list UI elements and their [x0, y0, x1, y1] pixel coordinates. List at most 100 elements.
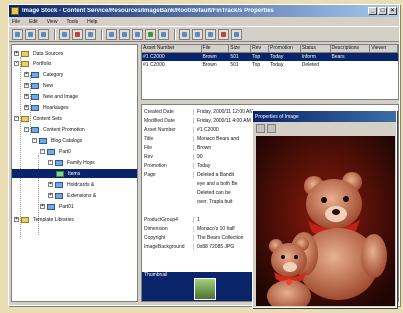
delete-button[interactable]: [72, 28, 83, 40]
forward-button[interactable]: [25, 28, 36, 40]
property-value: Today: [197, 162, 211, 169]
table-row[interactable]: #1 C2000 Brown 501 Top Today Deleted: [142, 61, 398, 69]
folder-tree[interactable]: + Data Sources - Portfolio + Category + New …: [11, 44, 138, 302]
tree-item-category[interactable]: + Category: [24, 70, 65, 79]
thumbnail-row[interactable]: Thumbnail: [142, 272, 262, 301]
toolbar-separator: [101, 28, 103, 40]
tree-item-data-sources[interactable]: + Data Sources: [14, 49, 65, 58]
paste-button[interactable]: [132, 28, 143, 40]
property-value: The Bears Collection: [197, 234, 244, 241]
column-header[interactable]: Descriptions: [331, 45, 371, 52]
thumbnail-image[interactable]: [194, 278, 216, 300]
title-bar[interactable]: Image Stock - Content Service/Resources/…: [9, 5, 399, 17]
column-header[interactable]: File: [202, 45, 230, 52]
asset-grid[interactable]: Asset Number File Size Rev Promotion Sta…: [141, 44, 399, 100]
back-button[interactable]: [12, 28, 23, 40]
property-value: #1 C2000: [197, 126, 219, 133]
new-button[interactable]: [59, 28, 70, 40]
view-details-button[interactable]: [192, 28, 203, 40]
tree-item-new[interactable]: + New: [24, 81, 55, 90]
collapse-icon[interactable]: -: [14, 116, 19, 121]
expand-icon[interactable]: +: [24, 94, 29, 99]
expand-icon[interactable]: +: [14, 51, 19, 56]
column-header[interactable]: Rev: [251, 45, 269, 52]
help-button[interactable]: [231, 28, 242, 40]
viewer-title-bar[interactable]: Properties of Image: [253, 111, 396, 122]
tree-item-portfolio[interactable]: - Portfolio: [14, 59, 53, 68]
minimize-button[interactable]: _: [368, 7, 377, 15]
copy-button[interactable]: [119, 28, 130, 40]
stop-button[interactable]: [218, 28, 229, 40]
column-header[interactable]: Status: [301, 45, 331, 52]
maximize-button[interactable]: □: [378, 7, 387, 15]
property-key: Dimension: [142, 225, 194, 232]
image-viewer-window[interactable]: Properties of Image: [252, 110, 397, 308]
property-value: 90: [197, 153, 203, 160]
tree-item-family-hops[interactable]: - Family Hops: [48, 158, 97, 167]
expand-icon[interactable]: +: [48, 182, 53, 187]
table-cell: #1 C2000: [143, 54, 165, 60]
refresh-button[interactable]: [145, 28, 156, 40]
collapse-icon[interactable]: -: [40, 149, 45, 154]
toolbar-separator: [54, 28, 56, 40]
tree-item-new-and-image[interactable]: + New and Image: [24, 92, 80, 101]
property-value: 0x88 72085 JPG: [197, 243, 235, 250]
column-header[interactable]: Size: [229, 45, 252, 52]
property-value: eye and a both Be: [197, 180, 238, 187]
column-header[interactable]: Promotion: [269, 45, 301, 52]
tree-item-part0[interactable]: - Part0: [40, 147, 73, 156]
property-key: ImageBackground: [142, 243, 194, 250]
property-key: File: [142, 144, 194, 151]
tree-item-part01[interactable]: + Part01: [40, 202, 76, 211]
menu-file[interactable]: File: [12, 19, 20, 25]
column-header[interactable]: Asset Number: [142, 45, 202, 52]
expand-icon[interactable]: +: [48, 193, 53, 198]
view-list-button[interactable]: [179, 28, 190, 40]
tree-item-hoarlauges[interactable]: + Hoarlauges: [24, 103, 71, 112]
fit-icon[interactable]: [267, 123, 276, 133]
tree-item-template-libraries[interactable]: + Template Libraries: [14, 215, 76, 224]
collapse-icon[interactable]: -: [14, 61, 19, 66]
property-key: Promotion: [142, 162, 194, 169]
property-value: Brown: [197, 144, 212, 151]
window-title: Image Stock - Content Service/Resources/…: [22, 8, 274, 14]
folder-icon: [55, 159, 63, 166]
property-value: Monaco Bears and: [197, 135, 239, 142]
tree-item-items[interactable]: Items: [12, 169, 137, 178]
teddy-bears-photo: [256, 136, 395, 306]
search-button[interactable]: [158, 28, 169, 40]
zoom-icon[interactable]: [256, 123, 265, 133]
toolbar: [9, 26, 399, 42]
tree-item-content-promotion[interactable]: - Content Promotion: [24, 125, 87, 134]
cut-button[interactable]: [106, 28, 117, 40]
tree-item-holdcards[interactable]: + Holdcards &: [48, 180, 96, 189]
expand-icon[interactable]: +: [24, 105, 29, 110]
tree-item-extensions[interactable]: + Extensions &: [48, 191, 98, 200]
menu-view[interactable]: View: [47, 19, 58, 25]
column-header[interactable]: Viewer: [370, 45, 398, 52]
collapse-icon[interactable]: -: [24, 127, 29, 132]
menu-bar: File Edit View Tools Help: [9, 17, 399, 26]
menu-tools[interactable]: Tools: [66, 19, 78, 25]
menu-edit[interactable]: Edit: [29, 19, 38, 25]
table-cell: 501: [230, 54, 239, 60]
toolbar-separator: [174, 28, 176, 40]
close-button[interactable]: ×: [388, 7, 397, 15]
expand-icon[interactable]: +: [24, 83, 29, 88]
expand-icon[interactable]: +: [40, 204, 45, 209]
properties-button[interactable]: [85, 28, 96, 40]
menu-help[interactable]: Help: [87, 19, 97, 25]
folder-icon: [21, 50, 29, 57]
collapse-icon[interactable]: -: [48, 160, 53, 165]
up-button[interactable]: [38, 28, 49, 40]
tree-item-blog-catalogs[interactable]: - Blog Catalogs: [32, 136, 84, 145]
collapse-icon[interactable]: -: [32, 138, 37, 143]
expand-icon[interactable]: +: [24, 72, 29, 77]
expand-icon[interactable]: +: [14, 217, 19, 222]
table-cell: 501: [230, 62, 239, 68]
view-thumbnails-button[interactable]: [205, 28, 216, 40]
table-row[interactable]: #1 C2000 Brown 501 Top Today Inform Bear…: [142, 53, 398, 61]
tree-item-content-sets[interactable]: - Content Sets: [14, 114, 64, 123]
property-key: Asset Number: [142, 126, 194, 133]
table-cell: Bears: [331, 54, 345, 60]
